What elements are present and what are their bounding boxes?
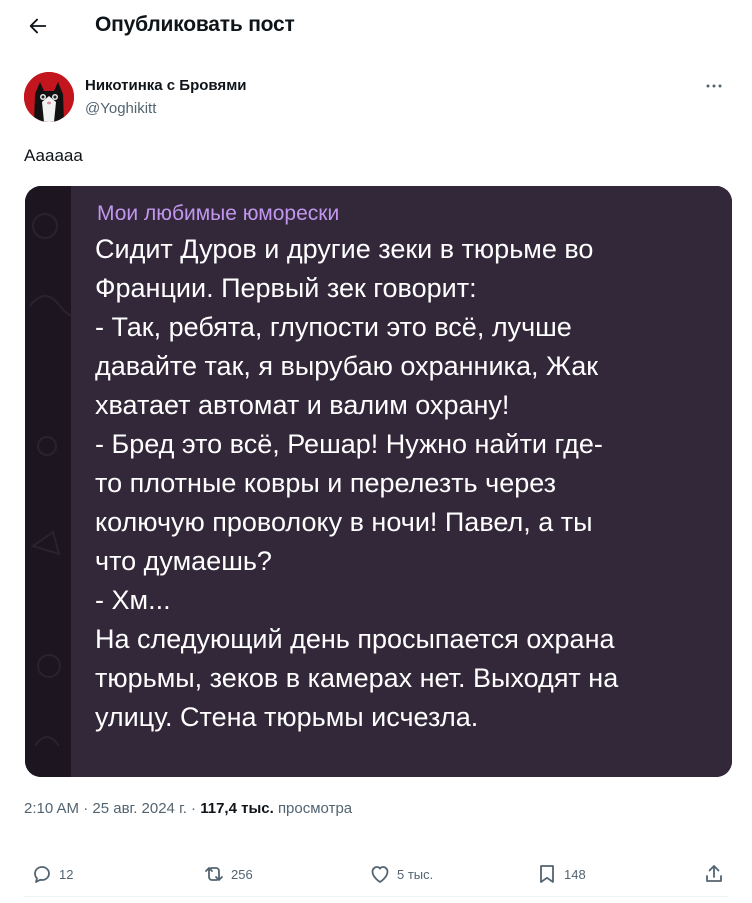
more-options-button[interactable]: [700, 76, 728, 96]
message-line: давайте так, я вырубаю охранника, Жак: [95, 351, 599, 381]
message-line: хватает автомат и валим охрану!: [95, 390, 510, 420]
author-display-name[interactable]: Никотинка с Бровями: [85, 77, 247, 94]
more-icon: [706, 84, 722, 88]
post-author: Никотинка с Бровями @Yoghikitt: [24, 72, 728, 124]
views-count: 117,4 тыс.: [200, 800, 274, 817]
like-button[interactable]: 5 тыс.: [368, 858, 433, 890]
message-line: - Бред это всё, Решар! Нужно найти где-: [95, 429, 603, 459]
message-line: что думаешь?: [95, 546, 272, 576]
reply-icon: [34, 866, 50, 883]
message-content: Мои любимые юморески Сидит Дуров и други…: [95, 198, 725, 737]
divider: [24, 896, 728, 897]
author-handle[interactable]: @Yoghikitt: [85, 100, 156, 117]
avatar[interactable]: [24, 72, 74, 122]
post-meta: 2:10 AM · 25 авг. 2024 г. · 117,4 тыс. п…: [24, 800, 352, 817]
views-label: просмотра: [277, 800, 353, 817]
message-line: улицу. Стена тюрьмы исчезла.: [95, 702, 479, 732]
bookmark-count: 148: [564, 866, 586, 882]
back-button[interactable]: [22, 12, 54, 40]
meta-separator: ·: [191, 800, 197, 817]
reply-button[interactable]: 12: [30, 858, 73, 890]
like-count: 5 тыс.: [397, 866, 434, 882]
repost-icon: [205, 867, 223, 881]
message-line: Франции. Первый зек говорит:: [95, 273, 477, 303]
share-button[interactable]: [702, 858, 726, 890]
post-date[interactable]: 25 авг. 2024 г.: [92, 800, 186, 817]
top-bar: Опубликовать пост: [0, 0, 752, 52]
message-sender: Мои любимые юморески: [97, 202, 340, 225]
page-title: Опубликовать пост: [95, 13, 295, 36]
like-icon: [371, 866, 389, 883]
action-bar: 12 256 5 тыс. 148: [0, 852, 752, 896]
message-line: - Хм...: [95, 585, 171, 615]
message-line: то плотные ковры и перелезть через: [95, 468, 557, 498]
message-line: Сидит Дуров и другие зеки в тюрьме во: [95, 234, 594, 264]
message-line: колючую проволоку в ночи! Павел, а ты: [95, 507, 593, 537]
bookmark-button[interactable]: 148: [535, 858, 586, 890]
meta-separator: ·: [83, 800, 89, 817]
bookmark-icon: [540, 865, 554, 883]
share-icon: [706, 865, 722, 882]
repost-count: 256: [231, 866, 253, 882]
post-text: Аааааа: [24, 146, 83, 165]
post-time[interactable]: 2:10 AM: [24, 800, 79, 817]
reply-count: 12: [59, 866, 74, 882]
message-line: - Так, ребята, глупости это всё, лучше: [95, 312, 572, 342]
cat-avatar-image: [24, 72, 74, 122]
post-image[interactable]: Мои любимые юморески Сидит Дуров и други…: [25, 186, 732, 777]
back-arrow-icon: [29, 18, 47, 34]
repost-button[interactable]: 256: [202, 858, 253, 890]
message-line: На следующий день просыпается охрана: [95, 624, 615, 654]
message-line: тюрьмы, зеков в камерах нет. Выходят на: [95, 663, 619, 693]
